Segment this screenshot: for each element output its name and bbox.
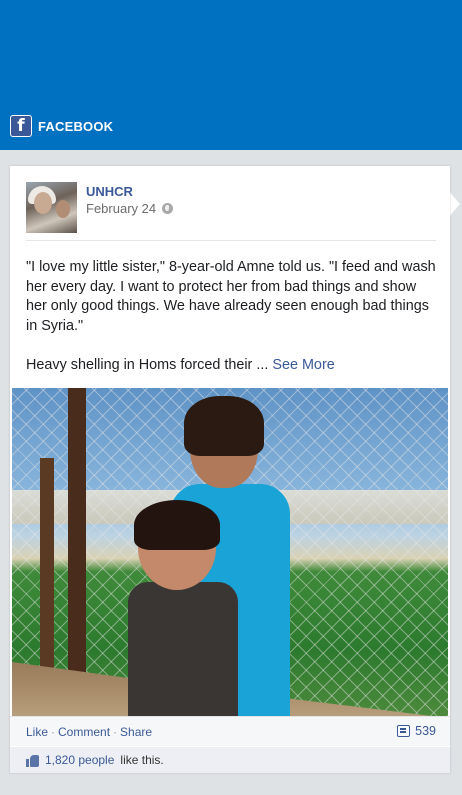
share-button[interactable]: Share <box>120 725 152 739</box>
action-separator: · <box>51 725 56 739</box>
comment-icon <box>397 725 411 737</box>
post-actions: Like · Comment · Share <box>26 725 152 739</box>
author-avatar[interactable] <box>26 182 77 233</box>
action-separator: · <box>113 725 118 739</box>
author-name[interactable]: UNHCR <box>86 184 133 199</box>
post-text-paragraph: "I love my little sister," 8-year-old Am… <box>26 259 436 334</box>
thumbs-up-icon <box>26 754 39 767</box>
facebook-brand[interactable]: f FACEBOOK <box>10 115 113 137</box>
post-date[interactable]: February 24 <box>86 201 156 216</box>
likes-suffix: like this. <box>120 753 164 767</box>
header-divider <box>26 240 436 241</box>
likes-count-link[interactable]: 1,820 people <box>45 753 114 767</box>
see-more-link[interactable]: See More <box>272 357 334 373</box>
comment-button[interactable]: Comment <box>58 725 110 739</box>
likes-summary: 1,820 people like this. <box>10 746 450 773</box>
post-photo[interactable] <box>12 388 448 716</box>
post-card: UNHCR February 24 "I love my little sist… <box>10 166 450 773</box>
post-body: "I love my little sister," 8-year-old Am… <box>26 258 436 375</box>
like-button[interactable]: Like <box>26 725 48 739</box>
globe-icon <box>162 203 174 214</box>
post-meta: February 24 <box>86 201 174 216</box>
post-text-paragraph: Heavy shelling in Homs forced their ... … <box>26 356 335 373</box>
action-bar: Like · Comment · Share 539 <box>10 716 450 746</box>
facebook-logo-icon: f <box>10 115 32 137</box>
comment-count[interactable]: 539 <box>397 724 436 738</box>
comment-count-value: 539 <box>415 724 436 738</box>
facebook-label: FACEBOOK <box>38 118 114 134</box>
